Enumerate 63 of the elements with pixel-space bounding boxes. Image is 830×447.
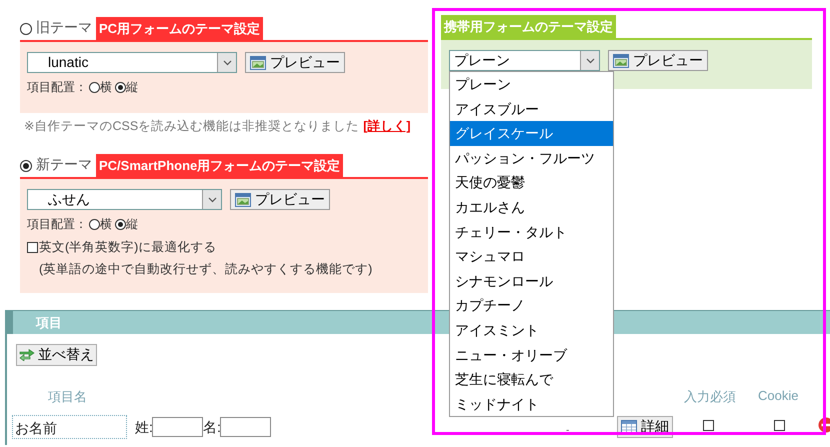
- checkbox[interactable]: [703, 420, 714, 431]
- field-label: 名:: [203, 419, 221, 437]
- sort-button[interactable]: 並べ替え: [16, 344, 97, 366]
- section-tag: PC/SmartPhone用フォームのテーマ設定: [96, 154, 344, 177]
- item-name-cell: お名前: [12, 415, 127, 439]
- dropdown-option[interactable]: 天使の憂鬱: [450, 170, 613, 195]
- table-cell: -: [566, 425, 570, 436]
- dropdown-option[interactable]: プレーン: [450, 72, 613, 97]
- option-label: 縦: [126, 216, 138, 233]
- dropdown-option[interactable]: 芝生に寝転んで: [450, 367, 613, 392]
- window-picture-icon: [250, 56, 266, 70]
- dropdown-option[interactable]: マシュマロ: [450, 244, 613, 269]
- column-header: 項目名: [48, 388, 87, 406]
- checkbox[interactable]: [774, 420, 785, 431]
- input-field[interactable]: [152, 417, 203, 437]
- section-title: 項目: [36, 314, 62, 332]
- notice-text: ※自作テーマのCSSを読み込む機能は非推奨となりました: [24, 119, 360, 133]
- column-header: Cookie: [758, 388, 798, 403]
- section-tag: 携帯用フォームのテーマ設定: [441, 15, 616, 38]
- radio-button[interactable]: [20, 160, 32, 172]
- dropdown-option[interactable]: アイスミント: [450, 318, 613, 343]
- input-field[interactable]: [220, 417, 271, 437]
- radio-button[interactable]: [89, 82, 100, 93]
- swap-arrows-icon: [19, 349, 35, 361]
- dropdown-option[interactable]: アイスブルー: [450, 96, 613, 122]
- field-label: 姓:: [135, 419, 153, 437]
- section-tag: PC用フォームのテーマ設定: [96, 17, 264, 40]
- checkbox[interactable]: [27, 242, 38, 253]
- chevron-down-icon: [208, 196, 216, 202]
- window-picture-icon: [235, 192, 251, 206]
- table-icon: [621, 420, 637, 434]
- layout-label: 項目配置：: [27, 79, 87, 96]
- option-label: 横: [100, 216, 112, 233]
- checkbox-label: 英文(半角英数字)に最適化する: [39, 239, 216, 256]
- theme-select[interactable]: lunatic: [27, 52, 237, 73]
- chevron-down-icon: [586, 58, 594, 64]
- preview-button[interactable]: プレビュー: [230, 189, 330, 210]
- dropdown-option[interactable]: カプチーノ: [450, 293, 613, 318]
- dropdown-option[interactable]: パッション・フルーツ: [450, 146, 613, 170]
- radio-button[interactable]: [20, 23, 32, 35]
- layout-label: 項目配置：: [27, 216, 87, 233]
- theme-option-label: 新テーマ: [36, 156, 92, 174]
- dropdown-option[interactable]: シナモンロール: [450, 268, 613, 294]
- radio-button[interactable]: [115, 82, 126, 93]
- dropdown-option[interactable]: カエルさん: [450, 194, 613, 220]
- theme-select[interactable]: ふせん: [27, 189, 222, 210]
- delete-icon[interactable]: [818, 417, 830, 433]
- dropdown-option[interactable]: ニュー・オリーブ: [450, 342, 613, 368]
- hint-text: (英単語の途中で自動改行せず、読みやすくする機能です): [39, 261, 374, 278]
- dropdown-option[interactable]: チェリー・タルト: [450, 220, 613, 244]
- radio-button[interactable]: [89, 219, 100, 230]
- chevron-down-icon: [222, 60, 232, 66]
- details-link[interactable]: [詳しく]: [363, 119, 411, 133]
- option-label: 横: [100, 79, 112, 96]
- dropdown-option[interactable]: グレイスケール: [450, 121, 613, 146]
- window-picture-icon: [613, 54, 629, 68]
- radio-button[interactable]: [115, 219, 126, 230]
- option-label: 縦: [126, 79, 138, 96]
- preview-button[interactable]: プレビュー: [245, 52, 345, 73]
- theme-option-label: 旧テーマ: [36, 19, 92, 37]
- preview-button[interactable]: プレビュー: [608, 50, 708, 71]
- column-header: 入力必須: [684, 388, 736, 406]
- dropdown-option[interactable]: ミッドナイト: [450, 392, 613, 416]
